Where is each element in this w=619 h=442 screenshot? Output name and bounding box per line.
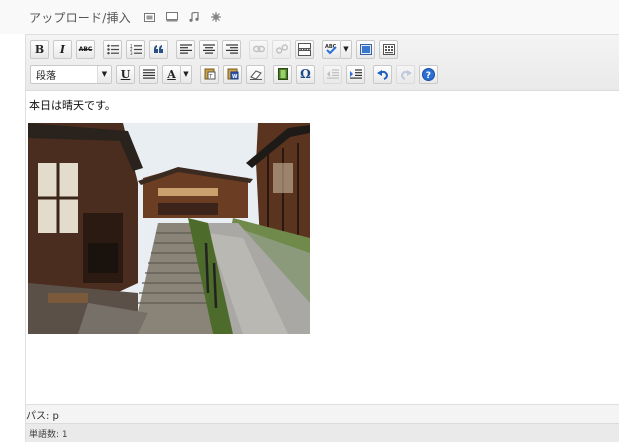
align-center-icon — [202, 44, 215, 54]
fullscreen-button[interactable] — [356, 39, 375, 59]
paste-text-button[interactable]: T — [200, 64, 219, 84]
remove-format-button[interactable] — [246, 64, 265, 84]
content-paragraph[interactable]: 本日は晴天です。 — [29, 97, 116, 113]
bold-button[interactable]: B — [30, 39, 49, 59]
editor-content-area[interactable]: 本日は晴天です。 — [26, 91, 619, 404]
chevron-down-icon: ▼ — [97, 65, 111, 83]
svg-text:3: 3 — [130, 50, 133, 54]
align-right-icon — [225, 44, 238, 54]
special-character-button[interactable]: Ω — [296, 64, 315, 84]
eraser-icon — [249, 69, 262, 80]
upload-insert-label: アップロード/挿入 — [29, 10, 131, 25]
fullscreen-icon — [359, 43, 372, 55]
outdent-button[interactable] — [323, 64, 342, 84]
image-upload-icon[interactable] — [139, 9, 161, 25]
justify-button[interactable] — [139, 64, 158, 84]
align-center-button[interactable] — [199, 39, 218, 59]
paste-word-icon: W — [227, 68, 238, 80]
spellcheck-language-dropdown[interactable]: ▼ — [341, 39, 352, 59]
underline-button[interactable]: U — [116, 64, 135, 84]
blockquote-button[interactable] — [149, 39, 168, 59]
paste-text-icon: T — [204, 68, 215, 80]
media-upload-icon[interactable] — [205, 9, 227, 25]
text-color-button[interactable]: A — [162, 64, 181, 84]
insert-more-button[interactable] — [295, 39, 314, 59]
align-left-button[interactable] — [176, 39, 195, 59]
svg-text:W: W — [232, 74, 238, 80]
spellcheck-icon: ABC — [325, 44, 337, 55]
insert-link-button[interactable] — [249, 39, 268, 59]
align-left-icon — [179, 44, 192, 54]
help-icon: ? — [422, 67, 435, 81]
inserted-photo[interactable] — [28, 123, 310, 334]
outdent-icon — [326, 69, 339, 79]
blockquote-icon — [154, 45, 163, 53]
undo-icon — [376, 69, 388, 80]
align-right-button[interactable] — [222, 39, 241, 59]
link-icon — [252, 45, 265, 53]
kitchen-sink-icon — [382, 43, 395, 55]
redo-icon — [400, 69, 412, 80]
word-count: 単語数: 1 — [29, 429, 68, 440]
upload-insert-bar: アップロード/挿入 — [0, 0, 619, 34]
format-select[interactable]: 段落 ▼ — [30, 64, 112, 84]
unlink-button[interactable] — [272, 39, 291, 59]
paste-word-button[interactable]: W — [223, 64, 242, 84]
kitchen-sink-button[interactable] — [379, 39, 398, 59]
toolbar-row-2: 段落 ▼ U A ▼ T W Ω ? — [30, 63, 442, 85]
video-upload-icon[interactable] — [161, 9, 183, 25]
italic-button[interactable]: I — [53, 39, 72, 59]
bullet-list-icon — [106, 44, 119, 54]
bullet-list-button[interactable] — [103, 39, 122, 59]
svg-text:?: ? — [426, 70, 431, 80]
indent-icon — [349, 69, 362, 79]
numbered-list-icon: 123 — [130, 44, 142, 55]
insert-media-button[interactable] — [273, 64, 292, 84]
element-path[interactable]: パス: p — [26, 407, 59, 422]
strikethrough-button[interactable]: ABC — [76, 39, 95, 59]
redo-button[interactable] — [396, 64, 415, 84]
element-path-bar: パス: p — [26, 404, 619, 423]
toolbar-row-1: B I ABC 123 ABC ▼ — [30, 38, 402, 60]
film-icon — [277, 68, 288, 80]
justify-icon — [142, 69, 155, 79]
word-count-bar: 単語数: 1 — [26, 423, 619, 442]
indent-button[interactable] — [346, 64, 365, 84]
format-select-value: 段落 — [36, 70, 56, 82]
editor-toolbar: B I ABC 123 ABC ▼ 段落 ▼ U A ▼ T W Ω ? — [26, 35, 619, 91]
audio-upload-icon[interactable] — [183, 9, 205, 25]
text-color-dropdown[interactable]: ▼ — [181, 64, 192, 84]
help-button[interactable]: ? — [419, 64, 438, 84]
text-color-label: A — [167, 67, 176, 81]
village-photo-image — [28, 123, 310, 334]
undo-button[interactable] — [373, 64, 392, 84]
spellcheck-button[interactable]: ABC — [322, 39, 341, 59]
unlink-icon — [275, 44, 288, 54]
numbered-list-button[interactable]: 123 — [126, 39, 145, 59]
more-tag-icon — [298, 42, 311, 56]
